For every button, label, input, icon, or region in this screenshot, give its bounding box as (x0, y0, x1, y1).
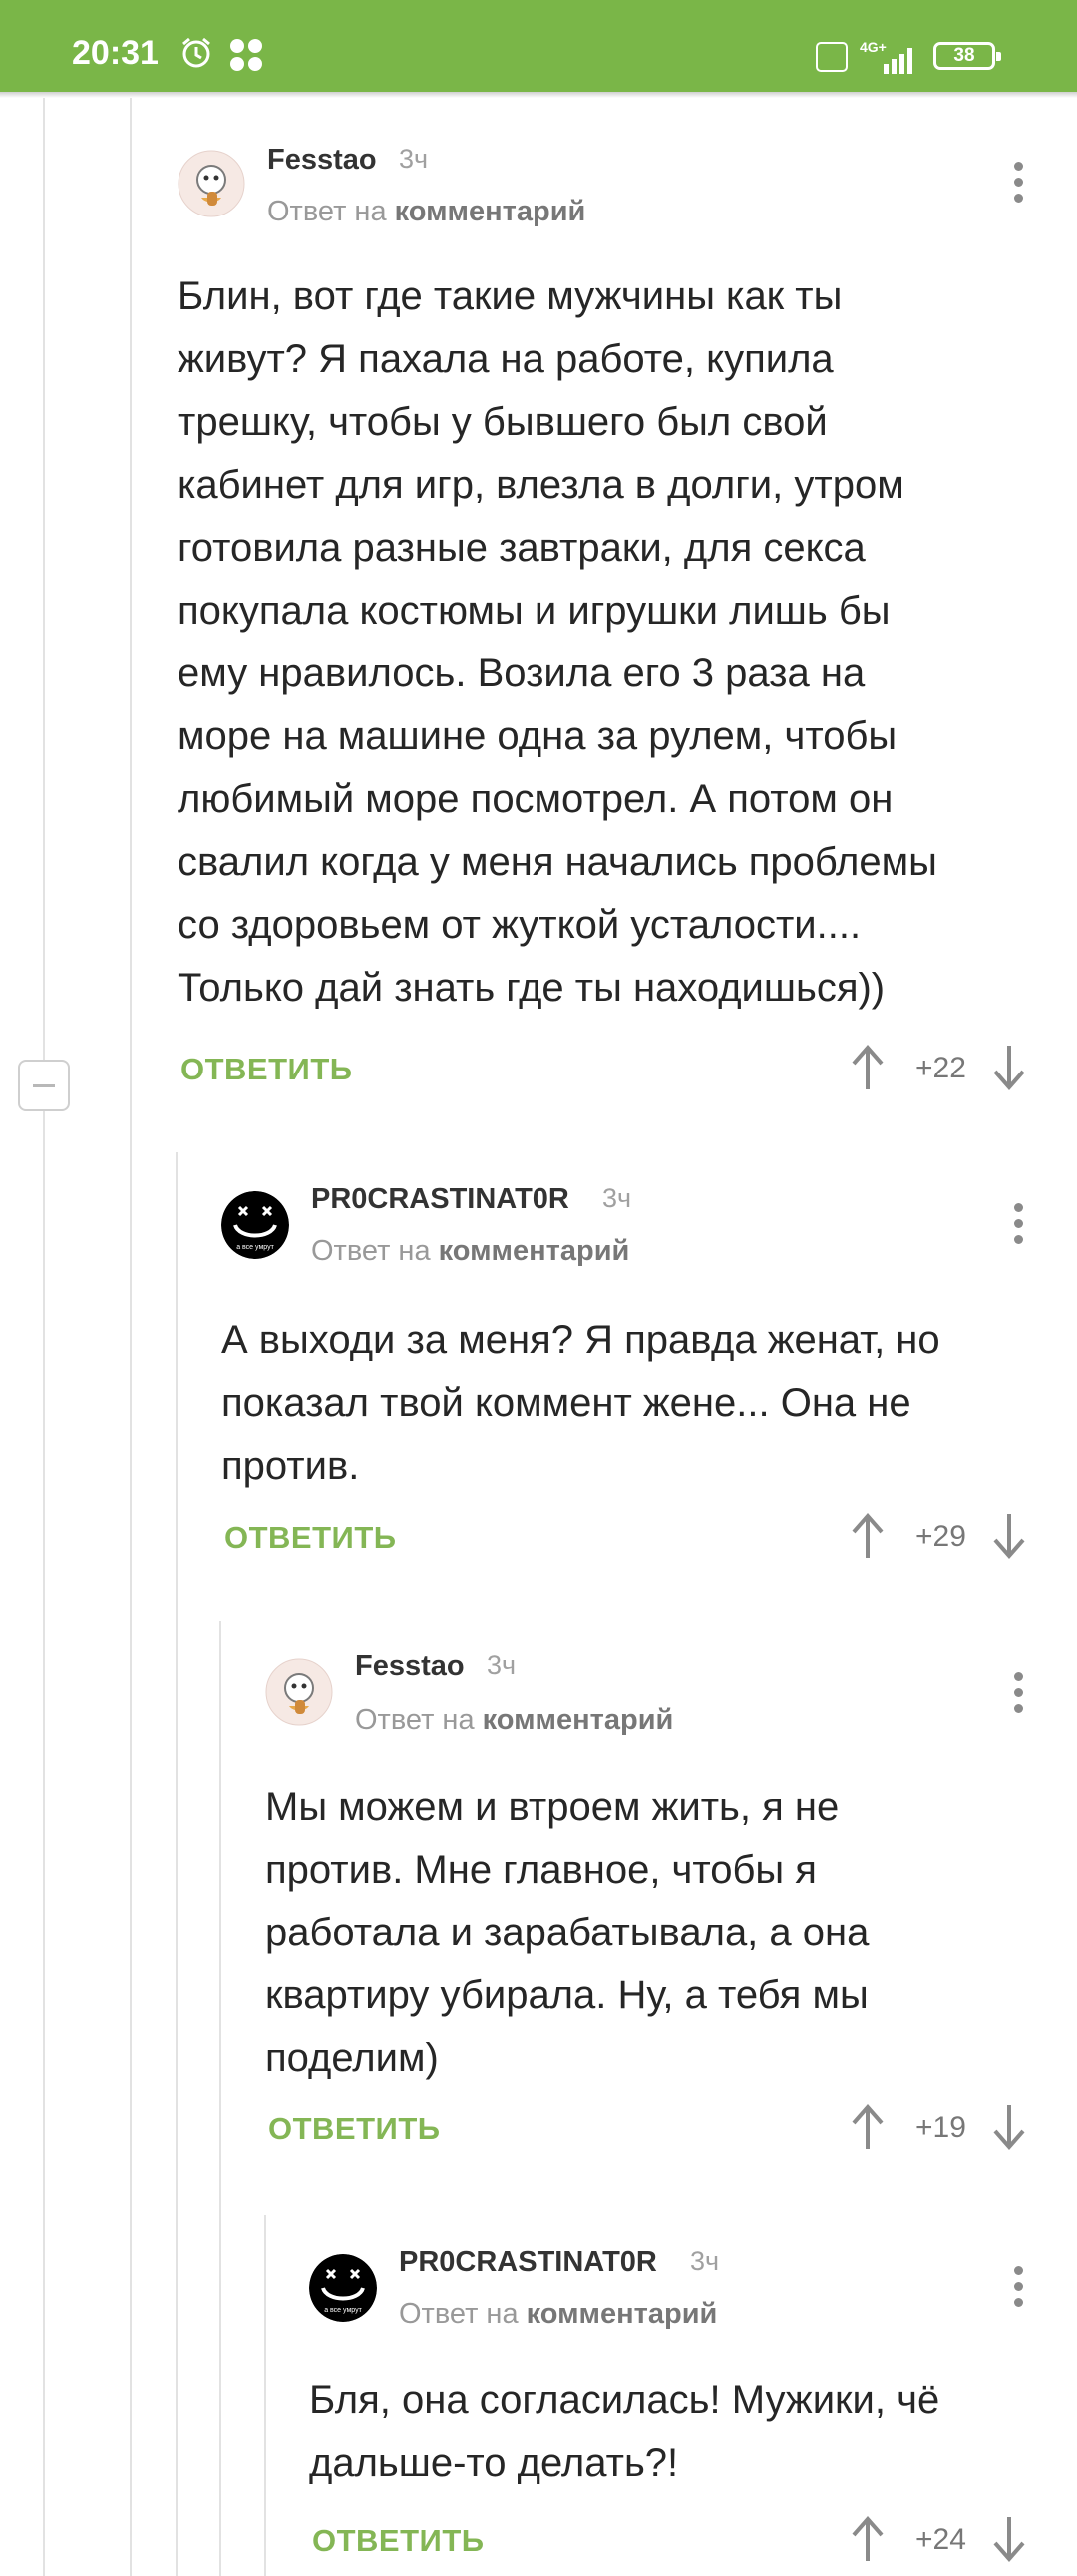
downvote-icon[interactable] (989, 1512, 1029, 1560)
thread-line (176, 1152, 178, 2576)
vote-score: +29 (915, 1520, 966, 1553)
reply-button[interactable]: ОТВЕТИТЬ (180, 1052, 353, 1087)
upvote-icon[interactable] (848, 2103, 888, 2151)
comment: а все умрут PR0CRASTINAT0R 3ч Ответ на к… (221, 1177, 1045, 1626)
thread-line (264, 2215, 266, 2576)
reply-button[interactable]: ОТВЕТИТЬ (312, 2523, 485, 2559)
avatar[interactable] (178, 150, 245, 217)
upvote-icon[interactable] (848, 1512, 888, 1560)
comment: а все умрут PR0CRASTINAT0R 3ч Ответ на к… (309, 2240, 1045, 2576)
reply-to-link[interactable]: Ответ на комментарий (399, 2298, 717, 2331)
vote-score: +22 (915, 1052, 966, 1084)
comment-author[interactable]: PR0CRASTINAT0R (311, 1183, 569, 1216)
collapse-thread-button[interactable] (18, 1060, 70, 1111)
vote-score: +19 (915, 2111, 966, 2144)
reply-button[interactable]: ОТВЕТИТЬ (224, 1520, 397, 1556)
reply-to-prefix: Ответ на (311, 1235, 431, 1267)
reply-to-prefix: Ответ на (399, 2298, 519, 2330)
comment-time: 3ч (487, 1650, 517, 1680)
avatar[interactable]: а все умрут (309, 2254, 377, 2322)
comment-text: Мы можем и втроем жить, я не против. Мне… (265, 1785, 870, 2080)
comment-author[interactable]: Fesstao (267, 144, 377, 177)
more-options-icon[interactable] (1003, 1195, 1033, 1255)
comment-author[interactable]: PR0CRASTINAT0R (399, 2246, 657, 2279)
comment-time: 3ч (399, 144, 429, 174)
reply-to-link[interactable]: Ответ на комментарий (355, 1704, 673, 1737)
volte-icon (816, 42, 848, 77)
reply-button[interactable]: ОТВЕТИТЬ (268, 2111, 441, 2147)
downvote-icon[interactable] (989, 2515, 1029, 2563)
reply-to-target[interactable]: комментарий (439, 1235, 630, 1267)
battery-indicator: 38 (933, 42, 1001, 70)
avatar[interactable] (265, 1658, 333, 1726)
comment: Fesstao 3ч Ответ на комментарий Блин, во… (178, 140, 1045, 1117)
reply-to-prefix: Ответ на (267, 196, 387, 227)
reply-to-target[interactable]: комментарий (527, 2298, 718, 2330)
more-options-icon[interactable] (1003, 154, 1033, 214)
alarm-icon (180, 36, 213, 75)
reply-to-link[interactable]: Ответ на комментарий (311, 1235, 629, 1268)
more-options-icon[interactable] (1003, 2258, 1033, 2318)
comment-text: Блин, вот где такие мужчины как ты живут… (178, 274, 937, 1010)
reply-to-target[interactable]: комментарий (395, 196, 586, 227)
comment-text: А выходи за меня? Я правда женат, но пок… (221, 1318, 940, 1488)
thread-line (130, 98, 132, 2576)
svg-text:а все умрут: а все умрут (324, 2307, 362, 2314)
downvote-icon[interactable] (989, 1044, 1029, 1091)
avatar[interactable]: а все умрут (221, 1191, 289, 1259)
reply-to-prefix: Ответ на (355, 1704, 475, 1736)
comment-time: 3ч (690, 2246, 720, 2276)
dots-icon (227, 36, 265, 79)
upvote-icon[interactable] (848, 2515, 888, 2563)
status-time: 20:31 (72, 34, 159, 72)
comment-author[interactable]: Fesstao (355, 1650, 465, 1683)
svg-text:а все умрут: а все умрут (236, 1244, 274, 1251)
thread-line (219, 1621, 221, 2576)
reply-to-link[interactable]: Ответ на комментарий (267, 196, 585, 228)
comment-time: 3ч (602, 1183, 632, 1213)
vote-score: +24 (915, 2523, 966, 2556)
toolbar-shadow (0, 92, 1077, 98)
comment-text: Бля, она согласилась! Мужики, чё дальше-… (309, 2378, 940, 2485)
signal-icon (878, 46, 921, 79)
comment: Fesstao 3ч Ответ на комментарий Мы можем… (265, 1646, 1045, 2165)
thread-line (43, 1111, 45, 2576)
status-bar: 20:31 4G+ 38 (0, 0, 1077, 92)
upvote-icon[interactable] (848, 1044, 888, 1091)
more-options-icon[interactable] (1003, 1664, 1033, 1724)
reply-to-target[interactable]: комментарий (483, 1704, 674, 1736)
downvote-icon[interactable] (989, 2103, 1029, 2151)
thread-line (43, 98, 45, 1060)
